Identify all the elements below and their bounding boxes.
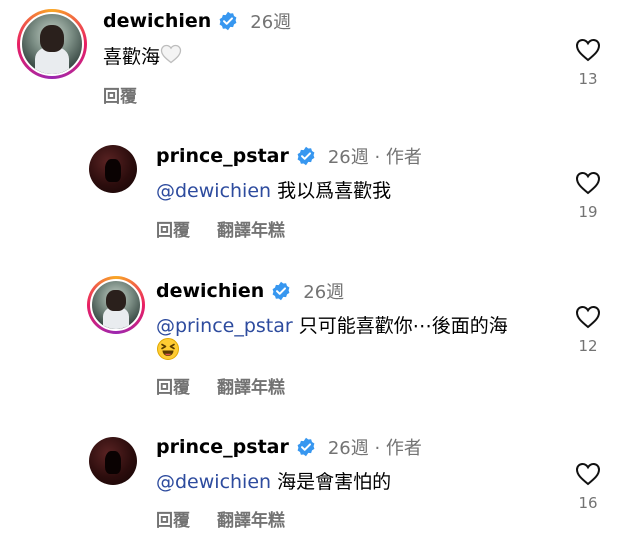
avatar-prince-pstar[interactable] xyxy=(89,437,137,485)
like-count: 12 xyxy=(578,337,598,355)
timestamp: 26週 · 作者 xyxy=(327,147,422,168)
like-area: 12 xyxy=(568,305,608,355)
laughing-emoji-line xyxy=(156,337,180,368)
white-heart-emoji xyxy=(160,44,182,71)
comment-text: @prince_pstar 只可能喜歡你⋯後面的海 xyxy=(156,315,508,337)
like-area: 16 xyxy=(568,462,608,512)
verified-badge-icon xyxy=(296,437,316,457)
like-area: 19 xyxy=(568,171,608,221)
reply-button[interactable]: 回覆 xyxy=(156,373,190,398)
timestamp: 26週 xyxy=(303,282,345,303)
mention-link[interactable]: @prince_pstar xyxy=(156,315,293,337)
username[interactable]: prince_pstar xyxy=(156,145,289,167)
mention-link[interactable]: @dewichien xyxy=(156,471,271,493)
like-count: 13 xyxy=(578,70,598,88)
reply-button[interactable]: 回覆 xyxy=(156,506,190,531)
verified-badge-icon xyxy=(296,146,316,166)
verified-badge-icon xyxy=(271,281,291,301)
username[interactable]: prince_pstar xyxy=(156,436,289,458)
username[interactable]: dewichien xyxy=(156,280,264,302)
reply-button[interactable]: 回覆 xyxy=(103,82,137,107)
timestamp: 26週 · 作者 xyxy=(327,438,422,459)
comment-text: @dewichien 海是會害怕的 xyxy=(156,471,392,493)
avatar-dewichien[interactable] xyxy=(17,9,87,79)
translate-button[interactable]: 翻譯年糕 xyxy=(217,506,285,531)
like-count: 19 xyxy=(578,203,598,221)
avatar-prince-pstar[interactable] xyxy=(89,145,137,193)
translate-button[interactable]: 翻譯年糕 xyxy=(217,216,285,241)
username[interactable]: dewichien xyxy=(103,10,211,32)
reply-button[interactable]: 回覆 xyxy=(156,216,190,241)
comment-text: @dewichien 我以爲喜歡我 xyxy=(156,180,392,202)
laughing-face-emoji xyxy=(156,337,180,368)
avatar-dewichien[interactable] xyxy=(87,276,145,334)
verified-badge-icon xyxy=(218,11,238,31)
translate-button[interactable]: 翻譯年糕 xyxy=(217,373,285,398)
heart-outline-icon[interactable] xyxy=(575,38,601,62)
heart-outline-icon[interactable] xyxy=(575,305,601,329)
heart-outline-icon[interactable] xyxy=(575,171,601,195)
mention-link[interactable]: @dewichien xyxy=(156,180,271,202)
timestamp: 26週 xyxy=(250,12,292,33)
heart-outline-icon[interactable] xyxy=(575,462,601,486)
comment-text: 喜歡海 xyxy=(103,44,182,71)
like-area: 13 xyxy=(568,38,608,88)
like-count: 16 xyxy=(578,494,598,512)
